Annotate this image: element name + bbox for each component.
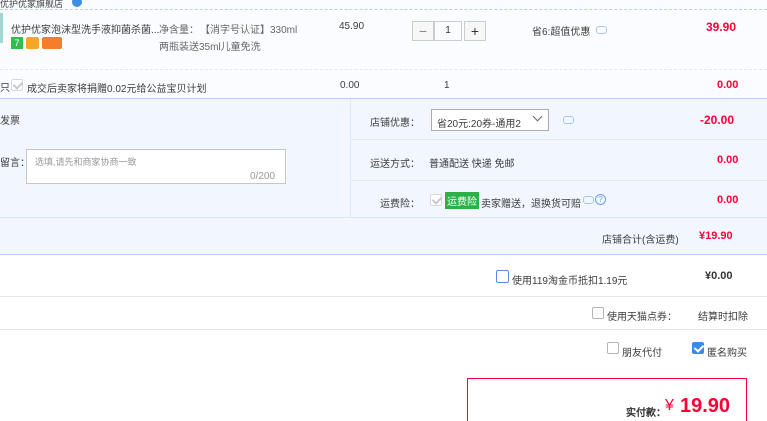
tmall-points-row: 使用天猫点券： 结算时扣除 [0,297,767,330]
payment-currency: ¥ [665,397,674,414]
message-counter: 0/200 [250,171,276,182]
shop-discount-row: 店铺优惠： 省20元:20券-通用2 -20.00 [351,99,767,140]
badge-seven-day-icon: 7 [11,37,23,49]
shipping-label: 运送方式： [370,159,420,170]
shipping-row: 运送方式： 普通配送 快递 免邮 0.00 [351,140,767,181]
invoice-label: 发票 [0,116,20,127]
insurance-label: 运费险： [380,199,420,210]
insurance-chat-icon[interactable] [583,196,594,204]
friend-pay-label: 朋友代付 [622,348,662,359]
tmall-points-label: 使用天猫点券： [607,312,677,323]
tmall-points-value: 结算时扣除 [698,312,748,323]
insurance-help-icon[interactable]: ? [595,194,606,205]
charity-checkbox [11,79,23,91]
badge-guarantee-icon [26,37,39,49]
product-thumbnail[interactable] [0,13,3,43]
insurance-badge: 运费险 [445,192,479,209]
charity-subtotal: 0.00 [717,79,739,91]
quantity-input[interactable]: 1 [434,21,462,41]
insurance-price: 0.00 [717,194,739,206]
quantity-decrease-button[interactable]: − [412,21,434,41]
payment-label: 实付款： [626,408,666,419]
shop-name[interactable]: 优护优家旗舰店 [0,0,63,10]
shop-total-row: 店铺合计(含运费) ¥19.90 [0,217,767,255]
shop-discount-value: -20.00 [700,113,735,127]
unit-price: 45.90 [339,21,365,32]
payment-amount: 19.90 [680,395,731,417]
friend-pay-checkbox[interactable] [607,342,619,354]
insurance-row: 运费险： 运费险 卖家赠送，退换货可赔 ? 0.00 [351,181,767,217]
charity-label: 成交后卖家将捐赠0.02元给公益宝贝计划 [27,84,207,95]
charity-price: 0.00 [340,80,360,91]
product-title[interactable]: 优护优家泡沫型洗手液抑菌杀菌... [11,21,159,36]
taojinbi-value: ¥0.00 [705,270,733,282]
insurance-text: 卖家赠送，退换货可赔 [481,199,581,210]
chevron-down-icon [532,111,543,122]
anonymous-label: 匿名购买 [707,348,747,359]
spec-value: 【消字号认证】330ml [200,25,298,36]
shop-total-label: 店铺合计(含运费) [602,235,679,246]
charity-quantity: 1 [444,80,450,91]
payment-summary-box: 实付款： ¥ 19.90 [467,378,747,421]
shipping-price: 0.00 [717,154,739,166]
shop-discount-label: 店铺优惠： [370,118,420,129]
discount-text: 省6:超值优惠 [532,27,591,38]
anonymous-checkbox[interactable] [692,342,704,354]
message-placeholder: 选填,请先和商家协商一致 [35,157,137,167]
discount-info-icon[interactable] [596,26,607,34]
shop-discount-selected: 省20元:20券-通用2 [437,119,521,130]
discount-help-icon[interactable] [563,116,574,124]
taojinbi-checkbox[interactable] [496,270,509,283]
wangwang-icon[interactable] [72,0,82,7]
taojinbi-label: 使用119淘金币抵扣1.19元 [512,276,628,287]
charity-prefix: 只 [0,83,10,94]
spec-line2: 两瓶装送35ml儿童免洗 [159,42,261,53]
shipping-value: 普通配送 快递 免邮 [429,159,515,170]
taojinbi-row: 使用119淘金币抵扣1.19元 ¥0.00 [0,256,767,297]
charity-row: 只 成交后卖家将捐赠0.02元给公益宝贝计划 0.00 1 0.00 [0,69,767,99]
badge-card-icon [42,37,62,49]
quantity-increase-button[interactable]: + [464,21,486,41]
insurance-checkbox [430,194,442,206]
order-item-row: 优护优家泡沫型洗手液抑菌杀菌... 7 净含量： 【消字号认证】330ml 两瓶… [0,11,767,69]
pay-options-row: 朋友代付 匿名购买 [0,330,767,369]
shop-discount-select[interactable]: 省20元:20券-通用2 [431,109,549,131]
top-row: 优护优家旗舰店 [0,0,767,10]
tmall-points-checkbox[interactable] [592,307,604,319]
shop-options-panel: 发票 留言： 选填,请先和商家协商一致 0/200 店铺优惠： 省20元:20券… [0,99,767,255]
shop-total-value: ¥19.90 [699,230,733,242]
item-subtotal: 39.90 [706,20,737,34]
spec-label: 净含量： [159,25,199,36]
message-textarea[interactable]: 选填,请先和商家协商一致 0/200 [26,149,286,184]
